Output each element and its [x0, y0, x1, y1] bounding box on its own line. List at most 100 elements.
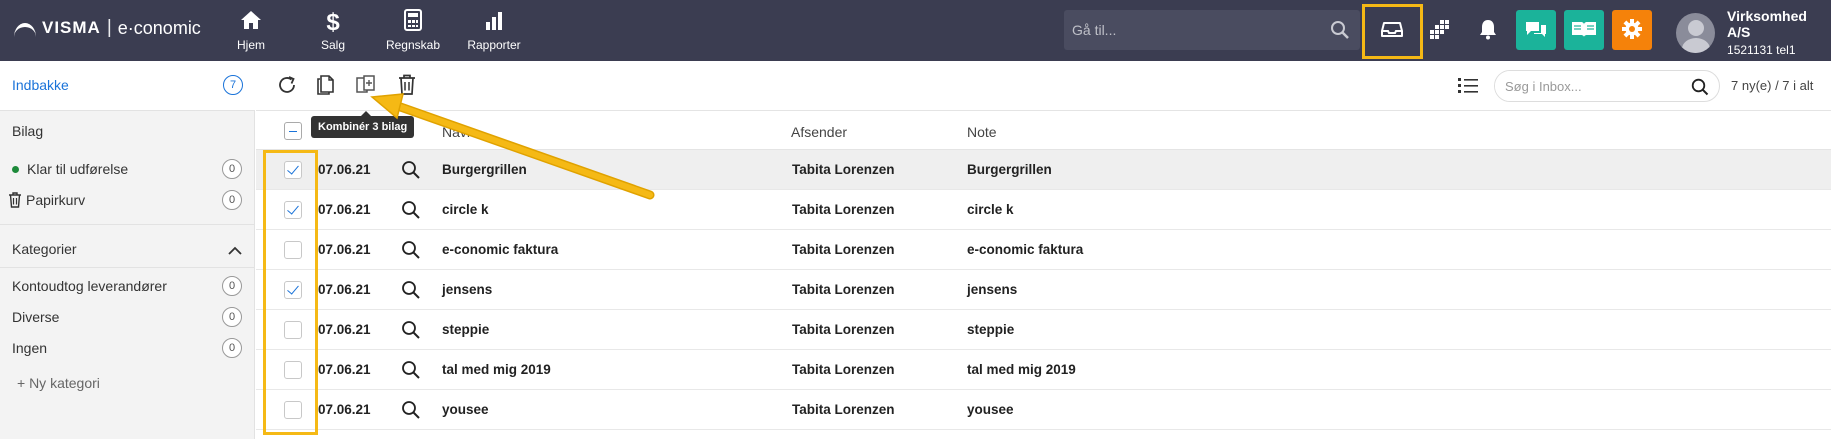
- refresh-button[interactable]: [274, 73, 300, 99]
- nav-item-hjem[interactable]: Hjem: [211, 8, 291, 52]
- sidebar-item-kontoudtog-leverandorer[interactable]: Kontoudtog leverandører 0: [12, 276, 242, 296]
- logo-separator: |: [106, 17, 112, 38]
- row-sender: Tabita Lorenzen: [792, 282, 895, 297]
- row-date: 07.06.21: [318, 162, 371, 177]
- row-date: 07.06.21: [318, 402, 371, 417]
- nav-label: Rapporter: [467, 38, 521, 52]
- nav-label: Regnskab: [385, 38, 441, 52]
- row-name: e-conomic faktura: [442, 242, 559, 257]
- chat-button[interactable]: [1516, 10, 1556, 50]
- inbox-count-text: 7 ny(e) / 7 i alt: [1731, 78, 1814, 93]
- section-title: Kategorier: [12, 241, 77, 257]
- column-header-sender[interactable]: Afsender: [791, 124, 847, 140]
- goto-search-box[interactable]: [1064, 10, 1360, 50]
- count-badge: 0: [222, 338, 242, 358]
- table-row[interactable]: 07.06.21 steppie Tabita Lorenzen steppie: [256, 310, 1831, 350]
- inbox-search-box[interactable]: [1494, 70, 1720, 102]
- search-icon[interactable]: [1330, 20, 1350, 43]
- logo-product: e·conomic: [117, 17, 201, 38]
- preview-magnifier-icon[interactable]: [401, 200, 421, 223]
- bell-icon: [1478, 18, 1498, 43]
- preview-magnifier-icon[interactable]: [401, 160, 421, 183]
- apps-button[interactable]: [1420, 10, 1460, 50]
- column-header-label: Afsender: [791, 124, 848, 140]
- table-row[interactable]: 07.06.21 e-conomic faktura Tabita Lorenzen…: [256, 230, 1831, 270]
- nav-item-salg[interactable]: $ Salg: [293, 8, 373, 52]
- bar-chart-icon: [454, 8, 534, 34]
- row-name: yousee: [442, 402, 489, 417]
- table-row[interactable]: 07.06.21 tal med mig 2019 Tabita Lorenzen t…: [256, 350, 1831, 390]
- row-name: tal med mig 2019: [442, 362, 551, 377]
- row-note: circle k: [967, 202, 1014, 217]
- combine-button[interactable]: [353, 73, 379, 99]
- sidebar-item-ingen[interactable]: Ingen 0: [12, 338, 242, 358]
- sidebar-item-klar-til-udforelse[interactable]: Klar til udførelse 0: [12, 159, 242, 179]
- sidebar-item-label: Indbakke: [12, 77, 69, 93]
- divider: [0, 224, 255, 225]
- sidebar-item-label: Ingen: [12, 340, 48, 356]
- dollar-icon: $: [293, 8, 373, 34]
- user-menu[interactable]: Virksomhed A/S 1521131 tel1: [1676, 8, 1831, 57]
- row-note: jensens: [967, 282, 1018, 297]
- copy-button[interactable]: [313, 73, 339, 99]
- list-view-icon: [1457, 76, 1479, 97]
- inbox-highlight-box: [1362, 4, 1423, 59]
- sidebar-item-label: Papirkurv: [26, 192, 86, 208]
- nav-item-regnskab[interactable]: Regnskab: [373, 8, 453, 52]
- help-guide-button[interactable]: [1564, 10, 1604, 50]
- select-all-checkbox[interactable]: [284, 122, 302, 140]
- row-sender: Tabita Lorenzen: [792, 402, 895, 417]
- company-name: Virksomhed A/S: [1727, 8, 1807, 40]
- goto-search-input[interactable]: [1064, 10, 1304, 50]
- count-badge: 0: [222, 190, 242, 210]
- inbox-search-input[interactable]: [1495, 71, 1685, 101]
- visma-economic-logo[interactable]: VISMA | e·conomic: [14, 17, 201, 39]
- column-header-label: Navn: [442, 124, 475, 140]
- table-row[interactable]: 07.06.21 circle k Tabita Lorenzen circle k: [256, 190, 1831, 230]
- table-row[interactable]: 07.06.21 jensens Tabita Lorenzen jensens: [256, 270, 1831, 310]
- sidebar-item-label: Kontoudtog leverandører: [12, 278, 167, 294]
- categories-section-header[interactable]: Kategorier: [12, 241, 242, 257]
- column-header-name[interactable]: Navn: [442, 124, 475, 140]
- sidebar-item-inbox[interactable]: Indbakke 7: [0, 61, 255, 111]
- row-sender: Tabita Lorenzen: [792, 162, 895, 177]
- table-row[interactable]: 07.06.21 yousee Tabita Lorenzen yousee: [256, 390, 1831, 430]
- bilag-section-header: Bilag: [12, 123, 242, 139]
- preview-magnifier-icon[interactable]: [401, 400, 421, 423]
- preview-magnifier-icon[interactable]: [401, 320, 421, 343]
- count-badge: 0: [222, 276, 242, 296]
- new-category-link[interactable]: + Ny kategori: [17, 375, 242, 391]
- combine-tooltip: Kombinér 3 bilag: [311, 111, 415, 138]
- inbox-count-badge: 7: [223, 75, 243, 95]
- nav-label: Hjem: [236, 38, 265, 52]
- row-date: 07.06.21: [318, 202, 371, 217]
- sidebar-item-label: Diverse: [12, 309, 60, 325]
- preview-magnifier-icon[interactable]: [401, 240, 421, 263]
- divider: [0, 267, 255, 268]
- nav-item-rapporter[interactable]: Rapporter: [454, 8, 534, 52]
- section-title: Bilag: [12, 123, 44, 139]
- column-header-label: Note: [967, 124, 997, 140]
- search-icon[interactable]: [1691, 78, 1709, 99]
- sidebar-item-papirkurv[interactable]: Papirkurv 0: [9, 190, 242, 210]
- trash-icon: [398, 74, 416, 99]
- column-header-note[interactable]: Note: [967, 124, 997, 140]
- green-status-dot-icon: [12, 165, 19, 173]
- copy-document-icon: [316, 74, 336, 99]
- nav-label: Salg: [320, 38, 346, 52]
- notifications-button[interactable]: [1468, 10, 1508, 50]
- chevron-up-icon[interactable]: [228, 243, 242, 259]
- preview-magnifier-icon[interactable]: [401, 360, 421, 383]
- gear-icon: [1621, 18, 1643, 43]
- sidebar-item-diverse[interactable]: Diverse 0: [12, 307, 242, 327]
- settings-button[interactable]: [1612, 10, 1652, 50]
- refresh-icon: [276, 74, 298, 99]
- delete-button[interactable]: [394, 73, 420, 99]
- row-date: 07.06.21: [318, 362, 371, 377]
- chat-bubbles-icon: [1524, 18, 1548, 43]
- preview-magnifier-icon[interactable]: [401, 280, 421, 303]
- checkbox-column-highlight-box: [263, 150, 318, 435]
- sidebar: Indbakke 7 Bilag Klar til udførelse 0 Pa…: [0, 61, 255, 439]
- table-row[interactable]: 07.06.21 Burgergrillen Tabita Lorenzen Burg…: [256, 150, 1831, 190]
- list-view-toggle[interactable]: [1455, 73, 1481, 99]
